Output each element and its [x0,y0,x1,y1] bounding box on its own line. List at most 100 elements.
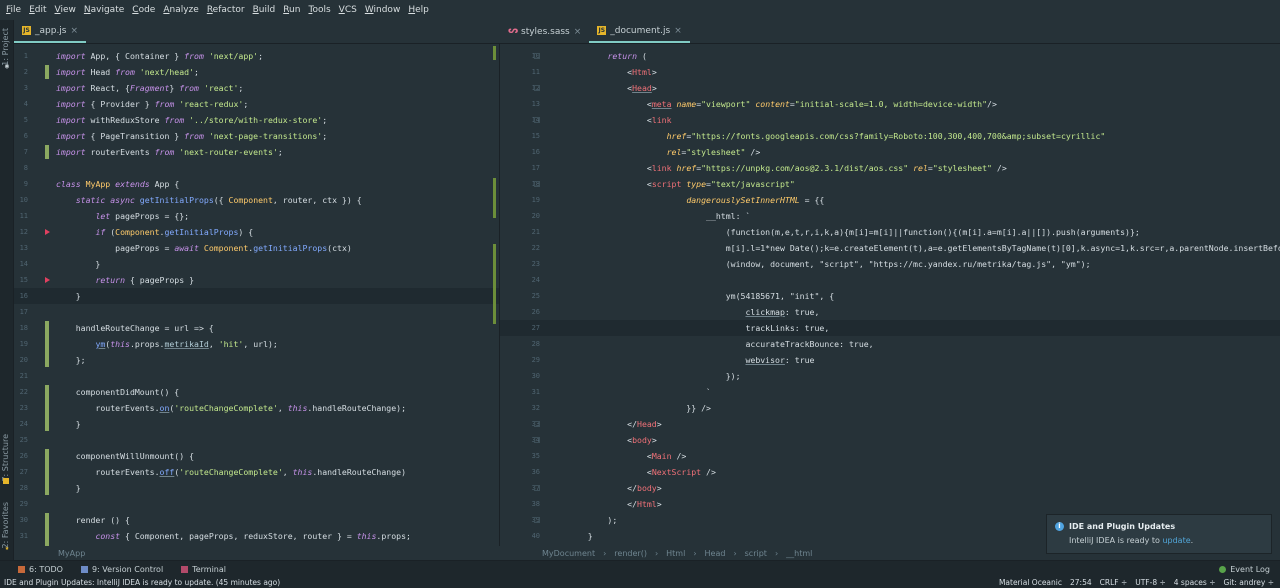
favorites-tool-tab[interactable]: 2: Favorites [1,502,10,548]
code-line[interactable]: </Html> [568,496,662,512]
vcs-change-marker[interactable] [45,145,49,159]
close-icon[interactable]: × [71,26,79,36]
code-line[interactable]: class MyApp extends App { [56,176,179,192]
right-code-editor[interactable]: 10 return (11 <Html> 12 <Head> 13 <meta na… [500,44,1280,546]
code-line[interactable]: } [56,288,81,304]
code-line[interactable]: m[i].l=1*new Date();k=e.createElement(t)… [568,240,1280,256]
fold-marker[interactable] [534,421,540,427]
menu-analyze[interactable]: Analyze [159,5,202,15]
update-link[interactable]: update [1162,536,1190,545]
menu-view[interactable]: View [51,5,80,15]
git-branch[interactable]: Git: andrey ÷ [1224,578,1275,587]
code-line[interactable]: ` [568,384,711,400]
code-line[interactable]: <meta name="viewport" content="initial-s… [568,96,997,112]
code-line[interactable]: } [568,528,593,544]
scrollbar-change-marker[interactable] [493,178,496,218]
code-line[interactable]: }); [568,368,741,384]
vcs-change-marker[interactable] [45,449,49,495]
tab-app-js[interactable]: JS _app.js × [14,20,87,43]
menu-build[interactable]: Build [249,5,280,15]
code-line[interactable]: <Main /> [568,448,686,464]
code-line[interactable]: render () { [56,512,130,528]
code-line[interactable]: </body> [568,480,662,496]
run-gutter-icon[interactable] [45,277,50,283]
version-control-tool-button[interactable]: 9: Version Control [80,565,163,574]
code-line[interactable]: return { pageProps } [56,272,194,288]
code-line[interactable]: let pageProps = {}; [56,208,189,224]
vcs-change-marker[interactable] [45,65,49,79]
menu-code[interactable]: Code [128,5,159,15]
code-line[interactable]: } [56,256,100,272]
code-line[interactable]: }} /> [568,400,711,416]
indent-setting[interactable]: 4 spaces ÷ [1174,578,1216,587]
code-line[interactable]: accurateTrackBounce: true, [568,336,873,352]
menu-edit[interactable]: Edit [25,5,50,15]
code-line[interactable]: import { Provider } from 'react-redux'; [56,96,248,112]
code-line[interactable]: (window, document, "script", "https://mc… [568,256,1091,272]
close-icon[interactable]: × [674,26,682,36]
fold-marker[interactable] [534,53,540,59]
code-line[interactable]: static async getInitialProps({ Component… [56,192,362,208]
code-line[interactable]: import React, {Fragment} from 'react'; [56,80,243,96]
line-separator[interactable]: CRLF ÷ [1100,578,1128,587]
theme-indicator[interactable]: Material Oceanic [999,578,1062,587]
caret-position[interactable]: 27:54 [1070,578,1092,587]
left-code-editor[interactable]: 1 import App, { Container } from 'next/ap… [14,44,500,546]
code-line[interactable]: webvisor: true [568,352,814,368]
code-line[interactable]: import routerEvents from 'next-router-ev… [56,144,283,160]
tab-styles-sass[interactable]: ᔕ styles.sass × [500,20,589,43]
code-line[interactable]: import { PageTransition } from 'next-pag… [56,128,327,144]
code-line[interactable]: if (Component.getInitialProps) { [56,224,253,240]
code-line[interactable]: <script type="text/javascript" [568,176,795,192]
code-line[interactable]: import Head from 'next/head'; [56,64,199,80]
code-line[interactable]: __html: ` [568,208,750,224]
code-line[interactable]: <body> [568,432,657,448]
code-line[interactable]: ym(this.props.metrikaId, 'hit', url); [56,336,277,352]
code-line[interactable]: componentDidMount() { [56,384,180,400]
fold-marker[interactable] [534,181,540,187]
breadcrumb-item[interactable]: script [745,549,767,558]
breadcrumb-item[interactable]: MyDocument [542,549,595,558]
breadcrumb-item[interactable]: Html [666,549,685,558]
breadcrumb-item[interactable]: __html [786,549,812,558]
menu-file[interactable]: File [2,5,25,15]
file-encoding[interactable]: UTF-8 ÷ [1135,578,1166,587]
code-line[interactable]: <Html> [568,64,657,80]
code-line[interactable]: rel="stylesheet" /> [568,144,761,160]
event-log-button[interactable]: Event Log [1219,565,1270,574]
menu-refactor[interactable]: Refactor [203,5,249,15]
code-line[interactable]: componentWillUnmount() { [56,448,194,464]
fold-marker[interactable] [534,517,540,523]
code-line[interactable]: <Head> [568,80,657,96]
menu-tools[interactable]: Tools [304,5,334,15]
close-icon[interactable]: × [574,27,582,37]
update-notification[interactable]: i IDE and Plugin Updates IntelliJ IDEA i… [1046,514,1272,554]
code-line[interactable]: ); [568,512,617,528]
fold-marker[interactable] [534,85,540,91]
code-line[interactable]: routerEvents.off('routeChangeComplete', … [56,464,406,480]
menu-navigate[interactable]: Navigate [80,5,128,15]
code-line[interactable]: <link [568,112,672,128]
breadcrumb-item[interactable]: render() [614,549,647,558]
todo-tool-button[interactable]: 6: TODO [18,565,63,574]
code-line[interactable]: import App, { Container } from 'next/app… [56,48,263,64]
breadcrumb-item[interactable]: Head [705,549,726,558]
tab-document-js[interactable]: JS _document.js × [589,20,690,43]
code-line[interactable]: }; [56,352,86,368]
code-line[interactable]: dangerouslySetInnerHTML = {{ [568,192,824,208]
menu-window[interactable]: Window [361,5,405,15]
code-line[interactable]: import withReduxStore from '../store/wit… [56,112,327,128]
code-line[interactable]: } [56,416,81,432]
code-line[interactable]: trackLinks: true, [568,320,829,336]
vcs-change-marker[interactable] [45,513,49,546]
status-message[interactable]: IDE and Plugin Updates: IntelliJ IDEA is… [4,578,280,587]
vcs-change-marker[interactable] [45,321,49,367]
code-line[interactable]: href="https://fonts.googleapis.com/css?f… [568,128,1106,144]
run-gutter-icon[interactable] [45,229,50,235]
menu-help[interactable]: Help [404,5,433,15]
menu-vcs[interactable]: VCS [335,5,361,15]
code-line[interactable]: routerEvents.on('routeChangeComplete', t… [56,400,406,416]
code-line[interactable]: const { Component, pageProps, reduxStore… [56,528,411,544]
code-line[interactable]: handleRouteChange = url => { [56,320,214,336]
menu-run[interactable]: Run [279,5,304,15]
